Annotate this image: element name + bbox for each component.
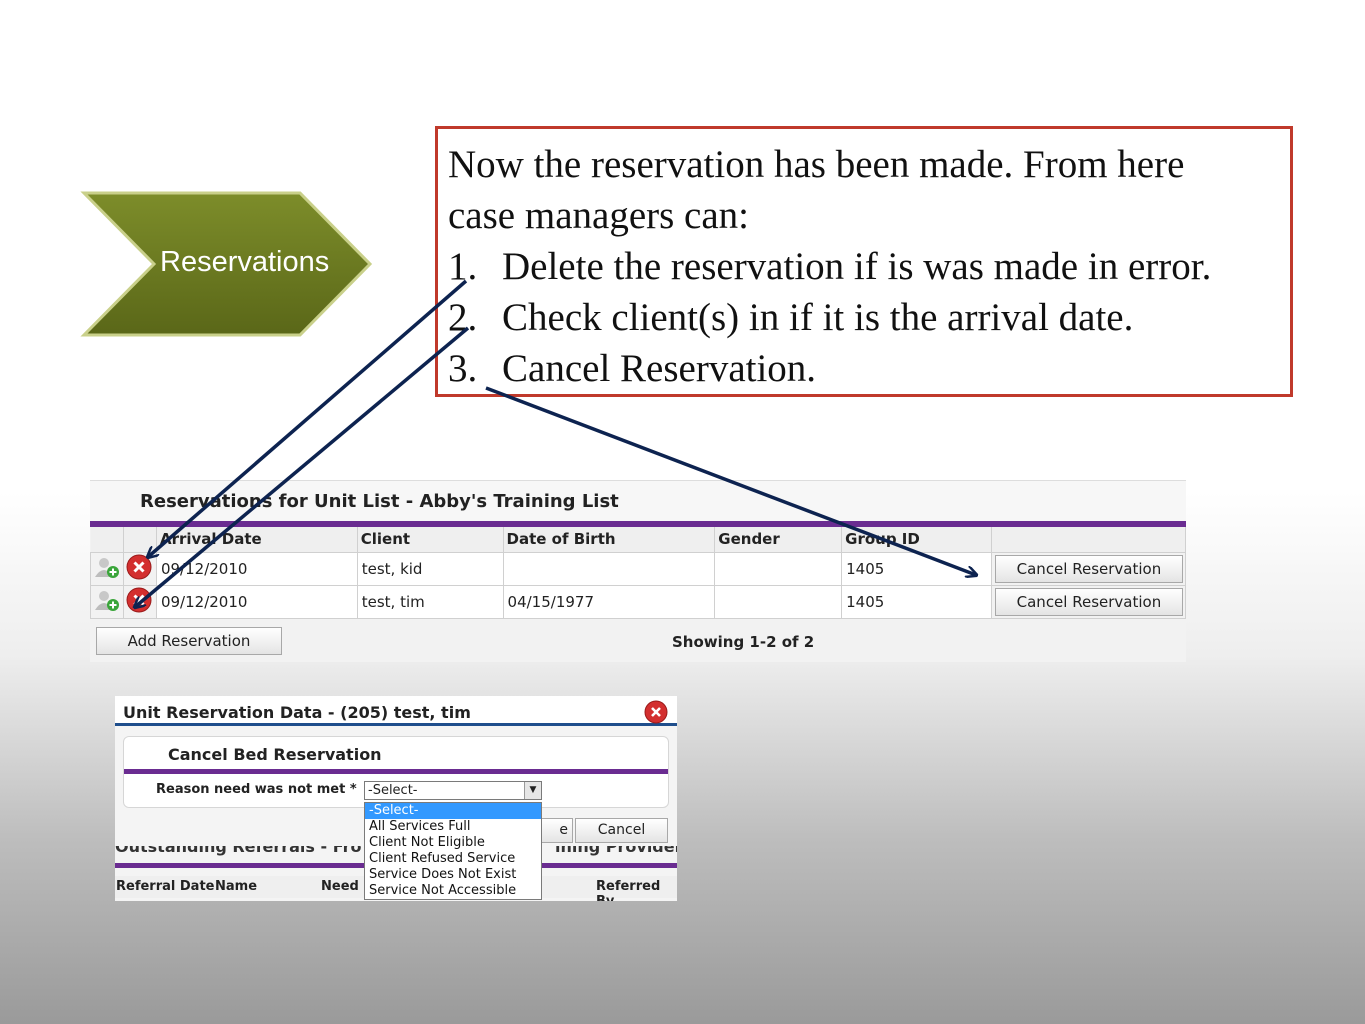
col-referral-date[interactable]: Referral Date bbox=[116, 879, 214, 894]
table-header-row: Arrival Date Client Date of Birth Gender… bbox=[90, 527, 1187, 552]
table-row: 09/12/2010 test, tim 04/15/1977 1405 Can… bbox=[90, 584, 1187, 619]
callout-item-3: 3. Cancel Reservation. bbox=[448, 343, 1280, 394]
option-select[interactable]: -Select- bbox=[365, 803, 541, 819]
callout-item-2-text: Check client(s) in if it is the arrival … bbox=[502, 296, 1134, 339]
chevron-label: Reservations bbox=[160, 246, 330, 278]
reason-options-list: -Select- All Services Full Client Not El… bbox=[364, 802, 542, 900]
cell-gender bbox=[714, 584, 843, 619]
delete-icon[interactable] bbox=[126, 554, 152, 580]
callout-item-3-num: 3. bbox=[448, 347, 478, 390]
add-client-icon[interactable] bbox=[93, 555, 121, 579]
col-need[interactable]: Need bbox=[321, 879, 359, 894]
col-date-of-birth[interactable]: Date of Birth bbox=[503, 527, 716, 552]
col-referred-by[interactable]: Referred By bbox=[596, 879, 677, 901]
pagination-status: Showing 1-2 of 2 bbox=[672, 632, 815, 651]
cell-client[interactable]: test, tim bbox=[356, 584, 504, 619]
close-icon[interactable] bbox=[644, 700, 668, 724]
instruction-callout: Now the reservation has been made. From … bbox=[435, 126, 1293, 397]
cell-group-id: 1405 bbox=[841, 551, 992, 586]
check-in-cell bbox=[90, 584, 124, 619]
reservations-table: Arrival Date Client Date of Birth Gender… bbox=[90, 527, 1187, 619]
referrals-heading-left: Outstanding Referrals - Fro bbox=[115, 846, 362, 856]
callout-intro-2: case managers can: bbox=[448, 194, 749, 237]
table-row: 09/12/2010 test, kid 1405 Cancel Reserva… bbox=[90, 551, 1187, 586]
callout-item-2: 2. Check client(s) in if it is the arriva… bbox=[448, 292, 1280, 343]
chevron-down-icon[interactable]: ▼ bbox=[524, 782, 541, 799]
option-client-refused-service[interactable]: Client Refused Service bbox=[365, 851, 541, 867]
cell-dob bbox=[502, 551, 716, 586]
callout-item-1: 1. Delete the reservation if is was made … bbox=[448, 241, 1280, 292]
add-reservation-button[interactable]: Add Reservation bbox=[96, 626, 282, 655]
check-in-cell bbox=[90, 551, 124, 586]
reason-select-value: -Select- bbox=[368, 783, 418, 798]
col-arrival-date[interactable]: Arrival Date bbox=[156, 527, 358, 552]
reason-select[interactable]: -Select- ▼ bbox=[364, 781, 542, 800]
cancel-reservation-button[interactable]: Cancel Reservation bbox=[994, 587, 1183, 616]
cancel-reservation-button[interactable]: Cancel Reservation bbox=[994, 554, 1183, 583]
col-name[interactable]: Name bbox=[215, 879, 257, 894]
callout-intro-1: Now the reservation has been made. From … bbox=[448, 143, 1185, 186]
delete-cell bbox=[122, 551, 157, 586]
option-service-not-accessible[interactable]: Service Not Accessible bbox=[365, 883, 541, 899]
cell-group-id: 1405 bbox=[841, 584, 992, 619]
callout-item-2-num: 2. bbox=[448, 296, 478, 339]
add-client-icon[interactable] bbox=[93, 588, 121, 612]
col-client[interactable]: Client bbox=[357, 527, 504, 552]
reason-label: Reason need was not met * bbox=[156, 782, 357, 797]
option-service-does-not-exist[interactable]: Service Does Not Exist bbox=[365, 867, 541, 883]
col-gender[interactable]: Gender bbox=[714, 527, 843, 552]
col-group-id[interactable]: Group ID bbox=[841, 527, 992, 552]
cell-arrival-date: 09/12/2010 bbox=[155, 584, 358, 619]
cell-client[interactable]: test, kid bbox=[356, 551, 504, 586]
referrals-heading-right: ining Provider bbox=[555, 846, 677, 856]
cell-gender bbox=[714, 551, 843, 586]
reservations-panel: Reservations for Unit List - Abby's Trai… bbox=[90, 480, 1187, 663]
action-cell: Cancel Reservation bbox=[990, 584, 1187, 619]
cell-arrival-date: 09/12/2010 bbox=[155, 551, 358, 586]
section-title: Cancel Bed Reservation bbox=[168, 745, 382, 764]
modal-title: Unit Reservation Data - (205) test, tim bbox=[115, 696, 677, 726]
delete-icon[interactable] bbox=[126, 587, 152, 613]
callout-item-3-text: Cancel Reservation. bbox=[502, 347, 817, 390]
delete-cell bbox=[122, 584, 157, 619]
callout-item-1-num: 1. bbox=[448, 245, 478, 288]
callout-item-1-text: Delete the reservation if is was made in… bbox=[502, 245, 1212, 288]
cancel-button[interactable]: Cancel bbox=[575, 818, 668, 843]
reservations-title: Reservations for Unit List - Abby's Trai… bbox=[90, 481, 1186, 521]
cell-dob: 04/15/1977 bbox=[502, 584, 716, 619]
action-cell: Cancel Reservation bbox=[990, 551, 1187, 586]
table-footer: Add Reservation Showing 1-2 of 2 bbox=[90, 619, 1186, 663]
option-all-services-full[interactable]: All Services Full bbox=[365, 819, 541, 835]
option-client-not-eligible[interactable]: Client Not Eligible bbox=[365, 835, 541, 851]
cancel-bed-section: Cancel Bed Reservation Reason need was n… bbox=[123, 736, 669, 808]
